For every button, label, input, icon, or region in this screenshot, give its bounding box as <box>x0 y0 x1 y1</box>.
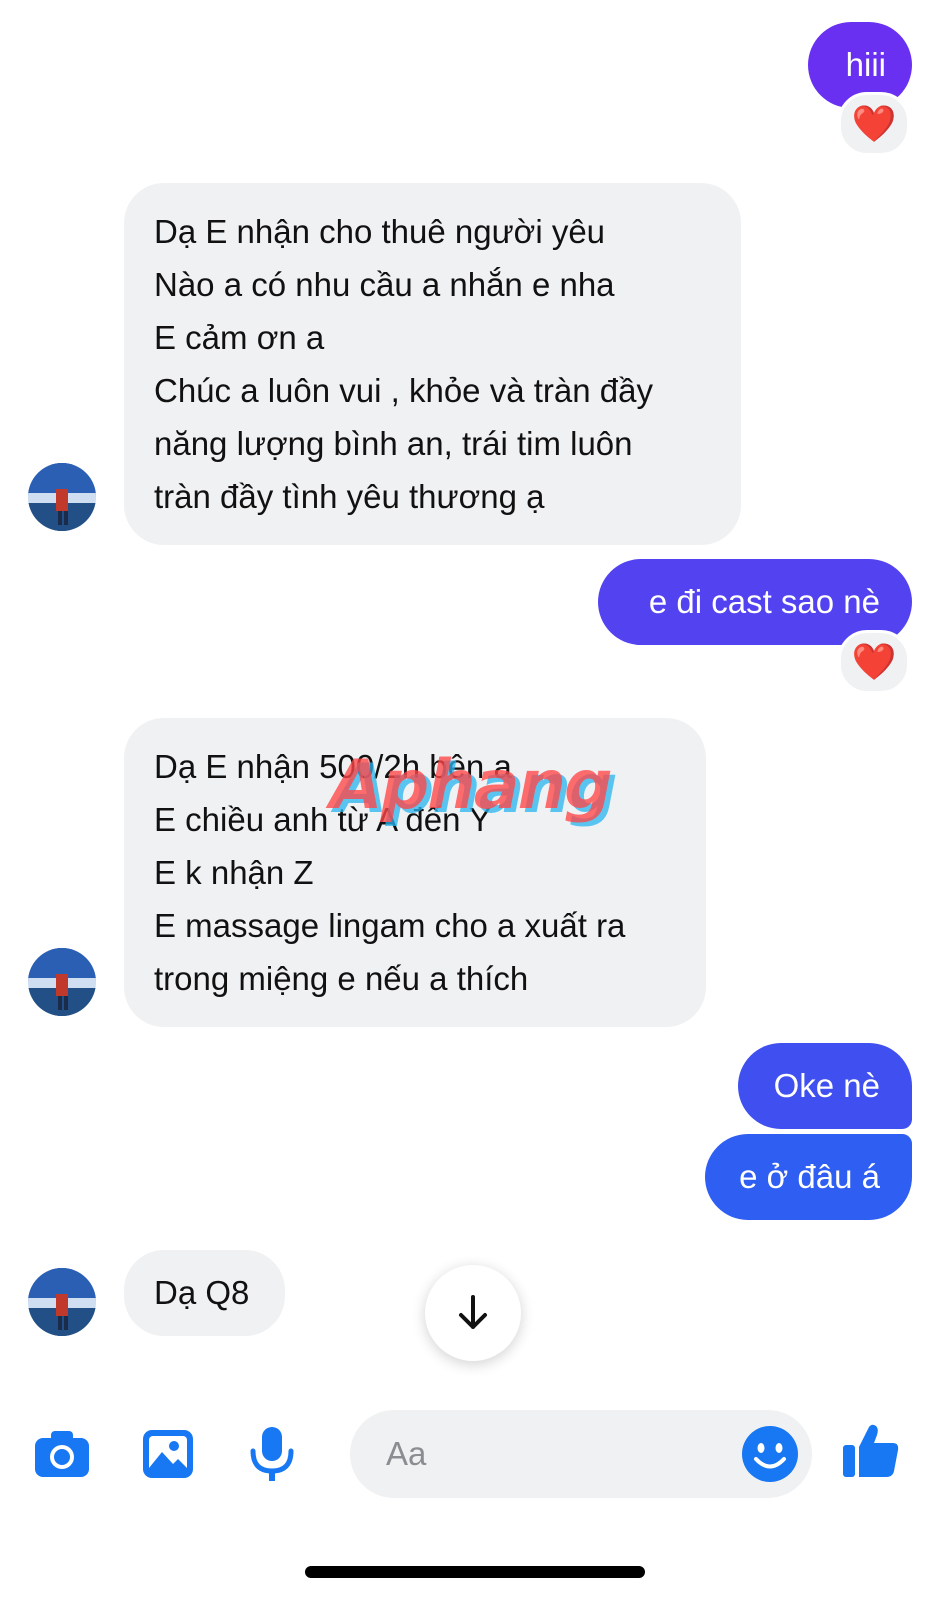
camera-icon <box>35 1431 89 1477</box>
heart-reaction[interactable]: ❤️ <box>838 630 910 694</box>
incoming-message[interactable]: Dạ E nhận cho thuê người yêu Nào a có nh… <box>124 183 741 545</box>
like-button[interactable] <box>838 1418 904 1484</box>
avatar-photo <box>28 948 96 1016</box>
avatar-photo <box>28 1268 96 1336</box>
message-input[interactable] <box>386 1410 706 1498</box>
contact-avatar[interactable] <box>28 463 96 531</box>
home-indicator <box>305 1566 645 1578</box>
chat-screen: hiii ❤️ Dạ E nhận cho thuê người yêu Nào… <box>0 0 950 1600</box>
image-icon <box>143 1430 193 1478</box>
gallery-button[interactable] <box>136 1422 200 1486</box>
contact-avatar[interactable] <box>28 1268 96 1336</box>
thumbs-up-icon <box>843 1424 899 1477</box>
microphone-icon <box>250 1427 294 1481</box>
avatar-photo <box>28 463 96 531</box>
scroll-to-bottom-button[interactable] <box>425 1265 521 1361</box>
outgoing-message[interactable]: e ở đâu á <box>705 1134 912 1220</box>
smiley-icon <box>742 1426 798 1482</box>
outgoing-message[interactable]: Oke nè <box>738 1043 912 1129</box>
incoming-message[interactable]: Dạ E nhận 500/2h bên a E chiều anh từ A … <box>124 718 706 1027</box>
voice-button[interactable] <box>240 1422 304 1486</box>
incoming-message[interactable]: Dạ Q8 <box>124 1250 285 1336</box>
emoji-button[interactable] <box>740 1424 800 1484</box>
heart-reaction[interactable]: ❤️ <box>838 92 910 156</box>
arrow-down-icon <box>459 1295 487 1329</box>
contact-avatar[interactable] <box>28 948 96 1016</box>
camera-button[interactable] <box>30 1422 94 1486</box>
message-composer <box>350 1410 812 1498</box>
